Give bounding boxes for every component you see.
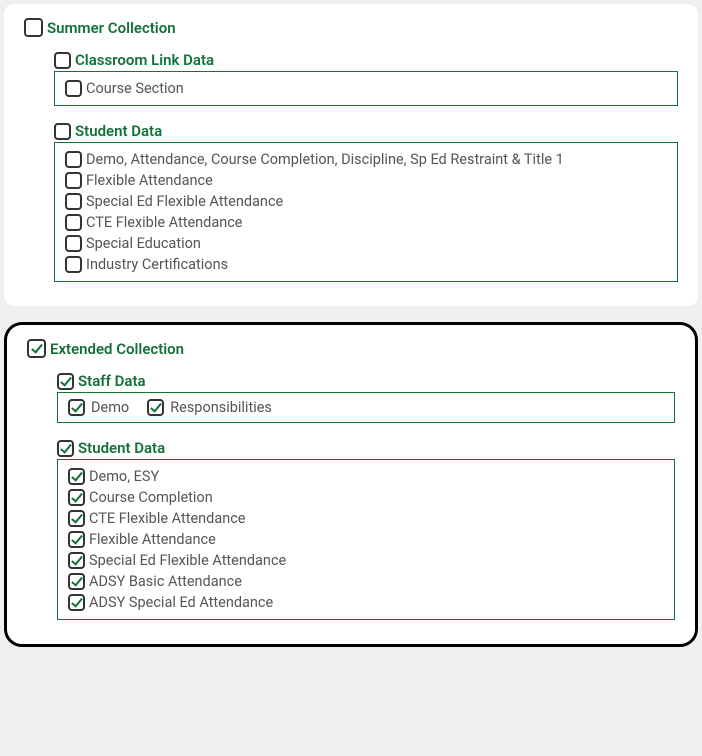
item-checkbox[interactable]: [68, 552, 85, 569]
item-label: Course Section: [86, 80, 184, 97]
group-header: Student Data: [57, 439, 675, 457]
item-checkbox[interactable]: [68, 399, 85, 416]
item-checkbox[interactable]: [65, 172, 82, 189]
group-header: Staff Data: [57, 372, 675, 390]
collection-checkbox-summer[interactable]: [24, 18, 43, 37]
item-label: Flexible Attendance: [89, 531, 216, 548]
group-student-data: Student Data Demo, Attendance, Course Com…: [54, 122, 678, 282]
item-label: Special Education: [86, 235, 201, 252]
group-title: Staff Data: [78, 372, 146, 390]
group-title: Student Data: [75, 122, 162, 140]
collection-title: Summer Collection: [47, 19, 176, 37]
group-checkbox-staff-data[interactable]: [57, 373, 74, 390]
list-item: Special Education: [65, 233, 667, 254]
collection-header: Extended Collection: [27, 339, 675, 358]
group-checkbox-classroom-link[interactable]: [54, 52, 71, 69]
item-checkbox[interactable]: [68, 489, 85, 506]
item-checkbox[interactable]: [65, 80, 82, 97]
item-checkbox[interactable]: [65, 256, 82, 273]
item-checkbox[interactable]: [65, 193, 82, 210]
items-box: Demo Responsibilities: [57, 392, 675, 423]
list-item: Course Section: [65, 78, 667, 99]
item-label: Course Completion: [89, 489, 213, 506]
items-box: Course Section: [54, 71, 678, 106]
list-item: CTE Flexible Attendance: [68, 508, 664, 529]
collection-header: Summer Collection: [24, 18, 678, 37]
item-checkbox[interactable]: [68, 510, 85, 527]
group-classroom-link: Classroom Link Data Course Section: [54, 51, 678, 106]
list-item: CTE Flexible Attendance: [65, 212, 667, 233]
item-label: Flexible Attendance: [86, 172, 213, 189]
collection-checkbox-extended[interactable]: [27, 339, 46, 358]
list-item: Demo: [68, 399, 129, 416]
list-item: ADSY Basic Attendance: [68, 571, 664, 592]
item-label: CTE Flexible Attendance: [86, 214, 243, 231]
group-header: Classroom Link Data: [54, 51, 678, 69]
item-checkbox[interactable]: [65, 235, 82, 252]
list-item: Special Ed Flexible Attendance: [65, 191, 667, 212]
list-item: Demo, Attendance, Course Completion, Dis…: [65, 149, 667, 170]
item-label: Special Ed Flexible Attendance: [86, 193, 283, 210]
group-student-data-ext: Student Data Demo, ESY Course Completion CT…: [57, 439, 675, 620]
item-label: Industry Certifications: [86, 256, 228, 273]
group-checkbox-student-data-ext[interactable]: [57, 440, 74, 457]
list-item: Course Completion: [68, 487, 664, 508]
collection-card-extended: Extended Collection Staff Data Demo Respons…: [4, 322, 698, 647]
collection-title: Extended Collection: [50, 340, 184, 358]
group-title: Classroom Link Data: [75, 51, 214, 69]
list-item: Flexible Attendance: [68, 529, 664, 550]
items-box: Demo, Attendance, Course Completion, Dis…: [54, 142, 678, 282]
item-label: ADSY Basic Attendance: [89, 573, 242, 590]
group-staff-data: Staff Data Demo Responsibilities: [57, 372, 675, 423]
item-label: Demo: [91, 399, 129, 416]
item-label: Demo, Attendance, Course Completion, Dis…: [86, 151, 564, 168]
group-checkbox-student-data[interactable]: [54, 123, 71, 140]
item-label: Responsibilities: [170, 399, 272, 416]
items-box: Demo, ESY Course Completion CTE Flexible A…: [57, 459, 675, 620]
item-checkbox[interactable]: [68, 573, 85, 590]
item-checkbox[interactable]: [68, 594, 85, 611]
group-title: Student Data: [78, 439, 165, 457]
list-item: Responsibilities: [147, 399, 272, 416]
item-checkbox[interactable]: [147, 399, 164, 416]
list-item: ADSY Special Ed Attendance: [68, 592, 664, 613]
item-checkbox[interactable]: [68, 468, 85, 485]
item-checkbox[interactable]: [65, 151, 82, 168]
group-header: Student Data: [54, 122, 678, 140]
item-label: Demo, ESY: [89, 468, 159, 485]
list-item: Flexible Attendance: [65, 170, 667, 191]
list-item: Special Ed Flexible Attendance: [68, 550, 664, 571]
item-checkbox[interactable]: [65, 214, 82, 231]
list-item: Demo, ESY: [68, 466, 664, 487]
item-checkbox[interactable]: [68, 531, 85, 548]
item-label: ADSY Special Ed Attendance: [89, 594, 273, 611]
collection-card-summer: Summer Collection Classroom Link Data Cour…: [4, 4, 698, 306]
item-label: Special Ed Flexible Attendance: [89, 552, 286, 569]
list-item: Industry Certifications: [65, 254, 667, 275]
item-label: CTE Flexible Attendance: [89, 510, 246, 527]
